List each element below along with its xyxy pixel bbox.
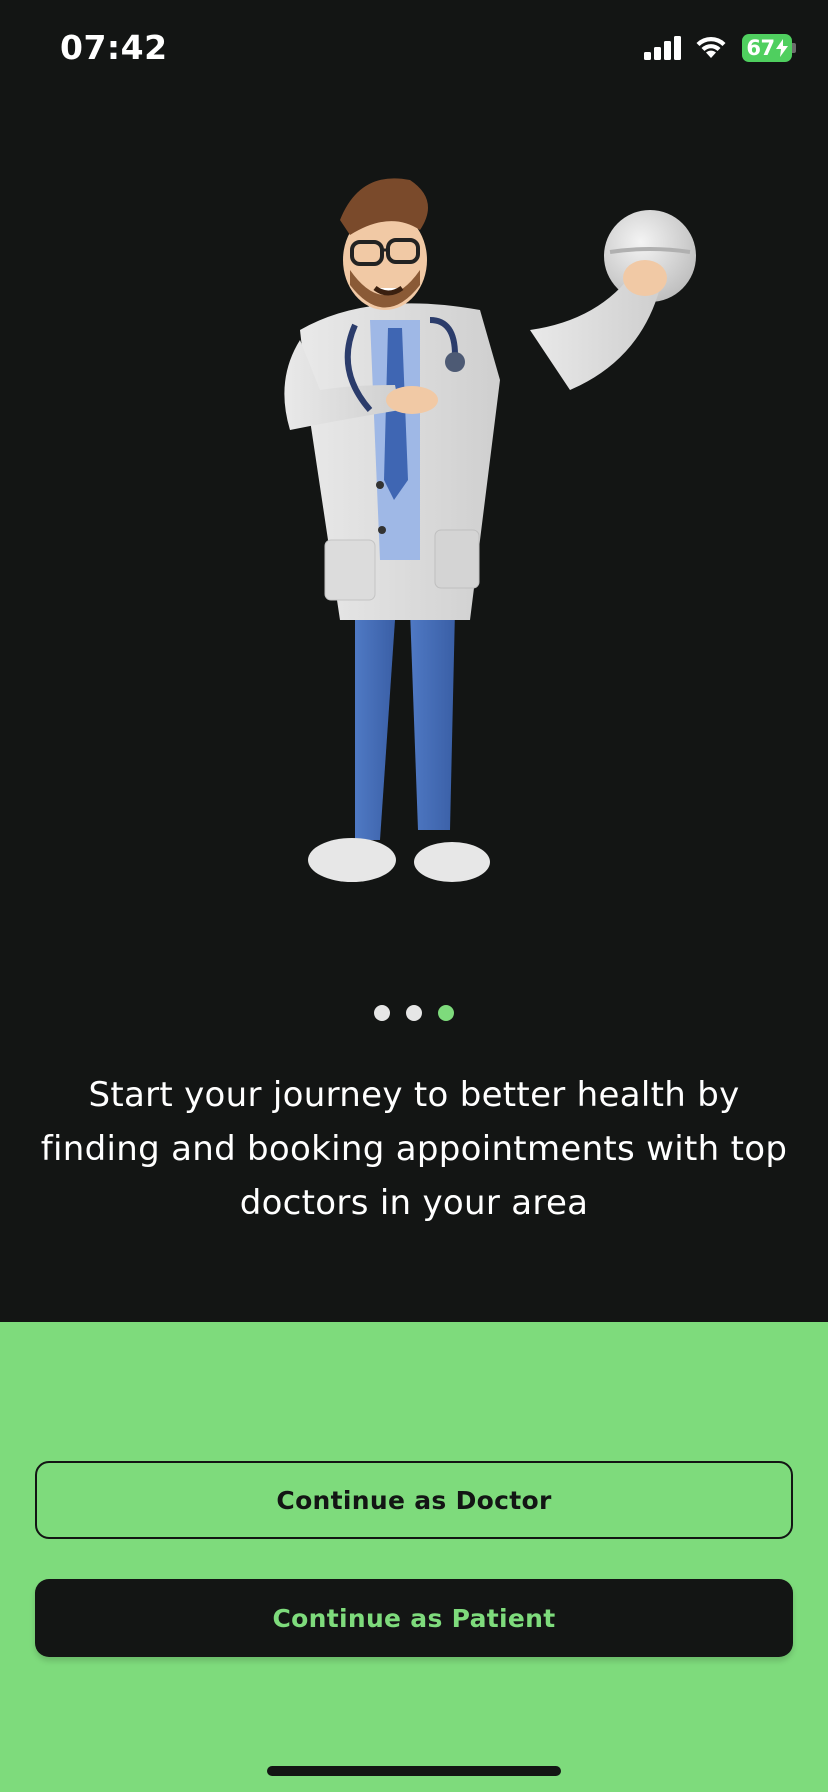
- home-indicator[interactable]: [267, 1766, 561, 1776]
- pager-dot-1[interactable]: [374, 1005, 390, 1021]
- continue-as-patient-button[interactable]: Continue as Patient: [35, 1579, 793, 1657]
- wifi-icon: [696, 36, 726, 58]
- battery-tip: [792, 43, 796, 53]
- action-panel: Continue as Doctor Continue as Patient: [0, 1322, 828, 1792]
- battery-percent: 67: [746, 36, 775, 60]
- doctor-holding-pill-illustration: [284, 178, 696, 882]
- battery-charging-icon: 67: [742, 34, 792, 62]
- status-bar: 07:42 67: [0, 0, 828, 100]
- signal-icon: [644, 36, 681, 60]
- bolt-icon: [775, 39, 788, 57]
- onboarding-pager: [0, 1005, 828, 1021]
- pager-dot-3-active[interactable]: [438, 1005, 454, 1021]
- status-time: 07:42: [60, 28, 168, 67]
- pager-dot-2[interactable]: [406, 1005, 422, 1021]
- continue-as-doctor-button[interactable]: Continue as Doctor: [35, 1461, 793, 1539]
- onboarding-tagline: Start your journey to better health by f…: [40, 1075, 788, 1223]
